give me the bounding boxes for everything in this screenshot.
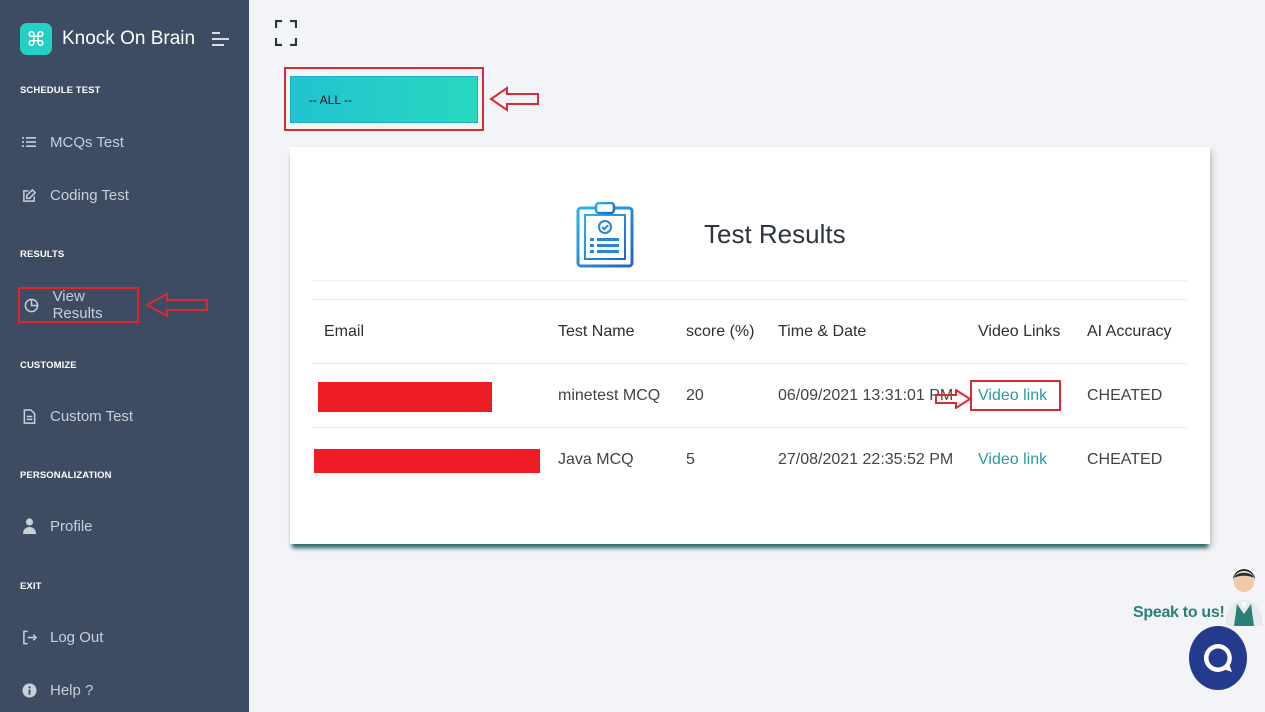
results-table: Email Test Name score (%) Time & Date Vi… bbox=[312, 299, 1187, 491]
section-exit: EXIT bbox=[20, 581, 42, 592]
video-link[interactable]: Video link bbox=[978, 387, 1047, 405]
column-header-test-name: Test Name bbox=[558, 322, 635, 340]
sidebar-item-label: Coding Test bbox=[50, 186, 129, 204]
section-customize: CUSTOMIZE bbox=[20, 360, 77, 371]
info-icon bbox=[20, 681, 38, 699]
chat-bubble-icon bbox=[1203, 643, 1232, 672]
filter-selected-value: -- ALL -- bbox=[309, 92, 352, 107]
section-personalization: PERSONALIZATION bbox=[20, 470, 112, 481]
document-icon bbox=[20, 407, 38, 425]
video-link[interactable]: Video link bbox=[978, 451, 1047, 469]
redacted-email bbox=[318, 382, 492, 412]
results-card: Test Results Email Test Name score (%) T… bbox=[290, 147, 1210, 544]
column-header-video-links: Video Links bbox=[978, 322, 1061, 340]
cell-test-name: Java MCQ bbox=[558, 450, 634, 468]
sidebar-item-coding-test[interactable]: Coding Test bbox=[20, 183, 129, 207]
cell-test-name: minetest MCQ bbox=[558, 386, 661, 404]
clipboard-check-icon bbox=[576, 202, 634, 268]
table-row: Java MCQ 5 27/08/2021 22:35:52 PM Video … bbox=[312, 427, 1187, 491]
cell-score: 5 bbox=[686, 450, 695, 468]
user-icon bbox=[20, 517, 38, 535]
table-header-row: Email Test Name score (%) Time & Date Vi… bbox=[312, 299, 1187, 363]
speak-to-us-label[interactable]: Speak to us! bbox=[1133, 604, 1225, 622]
annotation-arrow-icon bbox=[489, 86, 539, 112]
sidebar-item-view-results[interactable]: View Results bbox=[18, 287, 139, 323]
sidebar-item-label: Log Out bbox=[50, 628, 104, 646]
command-logo-icon: ⌘ bbox=[20, 23, 52, 55]
brand-name: Knock On Brain bbox=[62, 28, 196, 49]
list-icon bbox=[20, 133, 38, 151]
sidebar-item-mcqs-test[interactable]: MCQs Test bbox=[20, 130, 124, 154]
page-title: Test Results bbox=[704, 219, 846, 249]
column-header-ai-accuracy: AI Accuracy bbox=[1087, 322, 1172, 340]
chat-button[interactable] bbox=[1189, 626, 1247, 690]
cell-time-date: 06/09/2021 13:31:01 PM bbox=[778, 386, 954, 404]
sidebar: ⌘ Knock On Brain SCHEDULE TEST MCQs Test… bbox=[0, 0, 249, 712]
sidebar-item-label: MCQs Test bbox=[50, 133, 124, 151]
annotation-arrow-icon bbox=[935, 389, 972, 409]
cell-time-date: 27/08/2021 22:35:52 PM bbox=[778, 450, 954, 468]
support-agent-icon bbox=[1225, 569, 1263, 626]
redacted-email bbox=[314, 449, 540, 473]
brand[interactable]: ⌘ Knock On Brain bbox=[20, 23, 195, 55]
sidebar-item-label: View Results bbox=[52, 288, 103, 322]
table-row: minetest MCQ 20 06/09/2021 13:31:01 PM V… bbox=[312, 363, 1187, 427]
sidebar-item-custom-test[interactable]: Custom Test bbox=[20, 404, 133, 428]
cell-score: 20 bbox=[686, 386, 704, 404]
sidebar-item-log-out[interactable]: Log Out bbox=[20, 625, 103, 649]
logout-icon bbox=[20, 628, 38, 646]
menu-toggle-icon[interactable] bbox=[212, 32, 229, 46]
column-header-time-date: Time & Date bbox=[778, 322, 867, 340]
column-header-email: Email bbox=[324, 322, 365, 340]
section-schedule-test: SCHEDULE TEST bbox=[20, 85, 101, 96]
sidebar-item-help[interactable]: Help ? bbox=[20, 678, 93, 702]
fullscreen-icon[interactable] bbox=[275, 20, 297, 46]
section-results: RESULTS bbox=[20, 249, 65, 260]
sidebar-item-label: Help ? bbox=[50, 681, 94, 699]
cell-ai-accuracy: CHEATED bbox=[1087, 450, 1163, 468]
sidebar-item-label: Profile bbox=[50, 517, 93, 535]
card-header: Test Results bbox=[312, 147, 1187, 281]
cell-ai-accuracy: CHEATED bbox=[1087, 386, 1163, 404]
edit-icon bbox=[20, 186, 38, 204]
sidebar-item-label: Custom Test bbox=[50, 407, 134, 425]
test-filter-select[interactable]: -- ALL -- bbox=[290, 76, 478, 123]
annotation-arrow-icon bbox=[145, 292, 208, 318]
sidebar-item-profile[interactable]: Profile bbox=[20, 514, 93, 538]
column-header-score: score (%) bbox=[686, 322, 755, 340]
pie-chart-icon bbox=[23, 296, 41, 314]
